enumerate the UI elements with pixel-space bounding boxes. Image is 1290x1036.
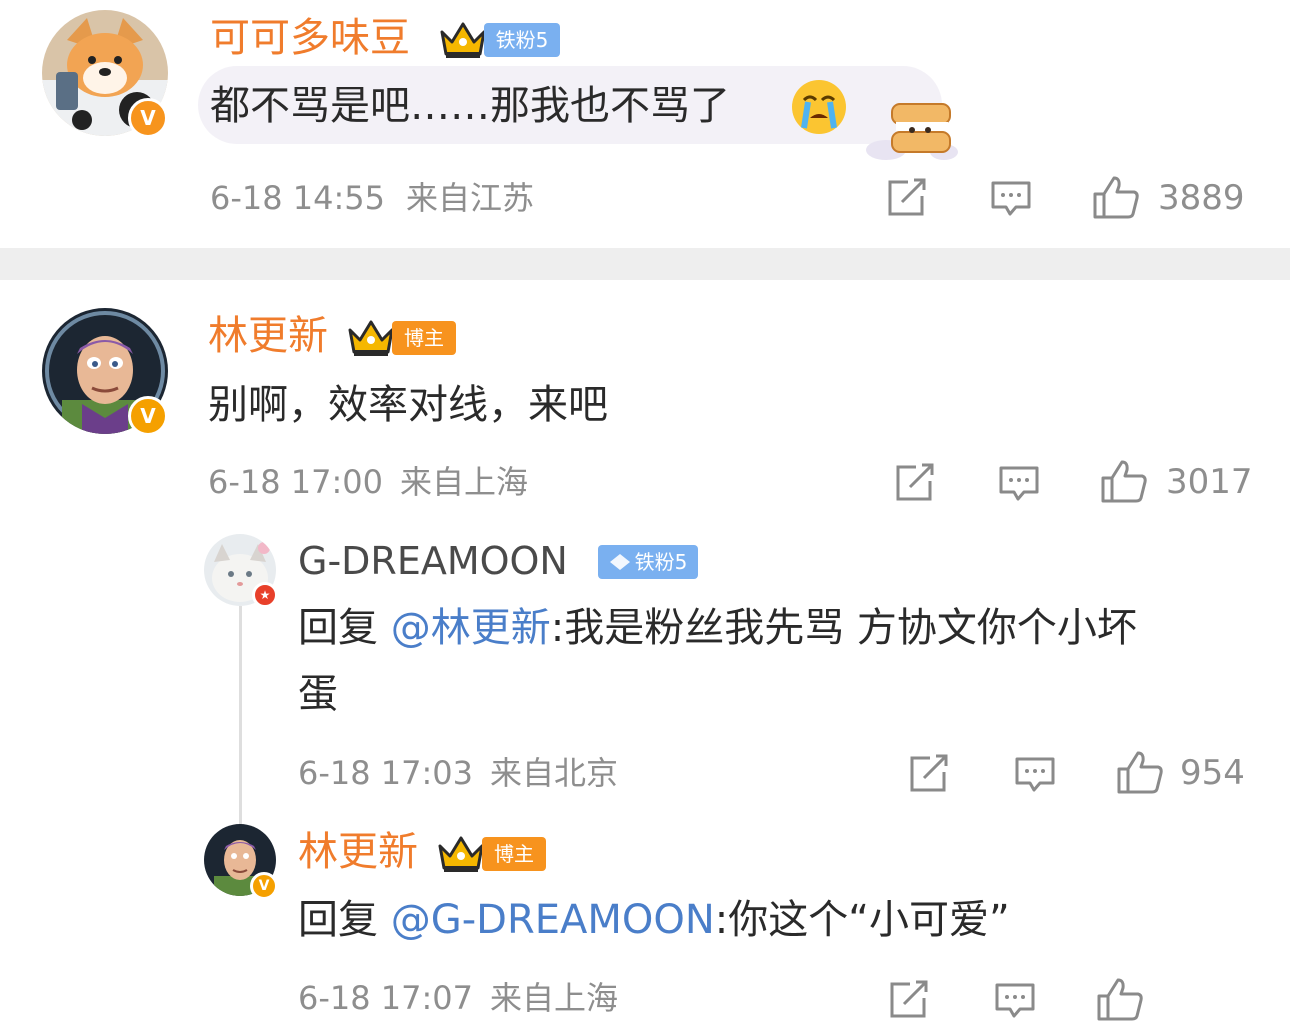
fan-level-badge: 铁粉5 [598, 545, 698, 579]
blogger-badge: 博主 [482, 837, 546, 871]
share-icon[interactable] [886, 178, 928, 218]
crown-icon [438, 836, 484, 872]
comment-text: 都不骂是吧……那我也不骂了 [210, 83, 730, 129]
crown-icon [440, 22, 486, 58]
crown-icon [348, 320, 394, 356]
comment-icon[interactable] [994, 982, 1036, 1020]
sandwich-sticker-icon [866, 103, 958, 160]
verified-v-icon: V [128, 98, 168, 138]
comment-location: 来自北京 [490, 754, 619, 792]
section-divider [0, 248, 1290, 280]
mention-link[interactable]: @林更新 [391, 605, 551, 651]
comment-text: 别啊，效率对线，来吧 [208, 382, 608, 428]
share-icon[interactable] [908, 754, 950, 794]
comment-icon[interactable] [1014, 756, 1056, 794]
diamond-icon [609, 554, 630, 570]
comment-icon[interactable] [990, 180, 1032, 218]
reply-text: 回复 @林更新:我是粉丝我先骂 方协文你个小坏 [298, 608, 1137, 648]
fan-level-badge: 铁粉5 [484, 23, 560, 57]
username[interactable]: 林更新 [298, 832, 418, 872]
like-count: 3889 [1158, 178, 1245, 218]
verified-v-icon: ★ [252, 582, 278, 608]
like-icon[interactable] [1096, 976, 1144, 1022]
comment-time: 6-18 17:03 [298, 754, 474, 792]
reply-prefix: 回复 [298, 605, 391, 651]
reply-prefix: 回复 [298, 897, 391, 943]
verified-v-icon: V [128, 396, 168, 436]
like-icon[interactable] [1092, 174, 1140, 220]
comment-time: 6-18 17:00 [208, 463, 384, 501]
mention-link[interactable]: @G-DREAMOON [391, 897, 715, 943]
fan-level-label: 铁粉5 [634, 550, 688, 574]
like-count: 954 [1180, 753, 1245, 793]
crying-emoji-icon [792, 80, 846, 134]
comment-location: 来自上海 [490, 979, 619, 1017]
username[interactable]: G-DREAMOON [298, 542, 568, 580]
reply-text: 回复 @G-DREAMOON:你这个“小可爱” [298, 900, 1010, 940]
comment-icon[interactable] [998, 465, 1040, 503]
reply-thread-line [239, 606, 242, 826]
reply-body: :我是粉丝我先骂 方协文你个小坏 [550, 605, 1137, 651]
comment-location: 来自上海 [400, 463, 529, 501]
username[interactable]: 可可多味豆 [210, 18, 410, 58]
like-icon[interactable] [1100, 458, 1148, 504]
comment-time: 6-18 17:07 [298, 979, 474, 1017]
comment-location: 来自江苏 [406, 179, 535, 217]
blogger-badge: 博主 [392, 321, 456, 355]
reply-body: :你这个“小可爱” [714, 897, 1010, 943]
verified-v-icon: V [250, 872, 278, 900]
comment-time: 6-18 14:55 [210, 179, 386, 217]
reply-text-continued: 蛋 [298, 671, 338, 717]
share-icon[interactable] [888, 980, 930, 1020]
like-icon[interactable] [1116, 749, 1164, 795]
like-count: 3017 [1166, 462, 1253, 502]
share-icon[interactable] [894, 463, 936, 503]
username[interactable]: 林更新 [208, 316, 328, 356]
